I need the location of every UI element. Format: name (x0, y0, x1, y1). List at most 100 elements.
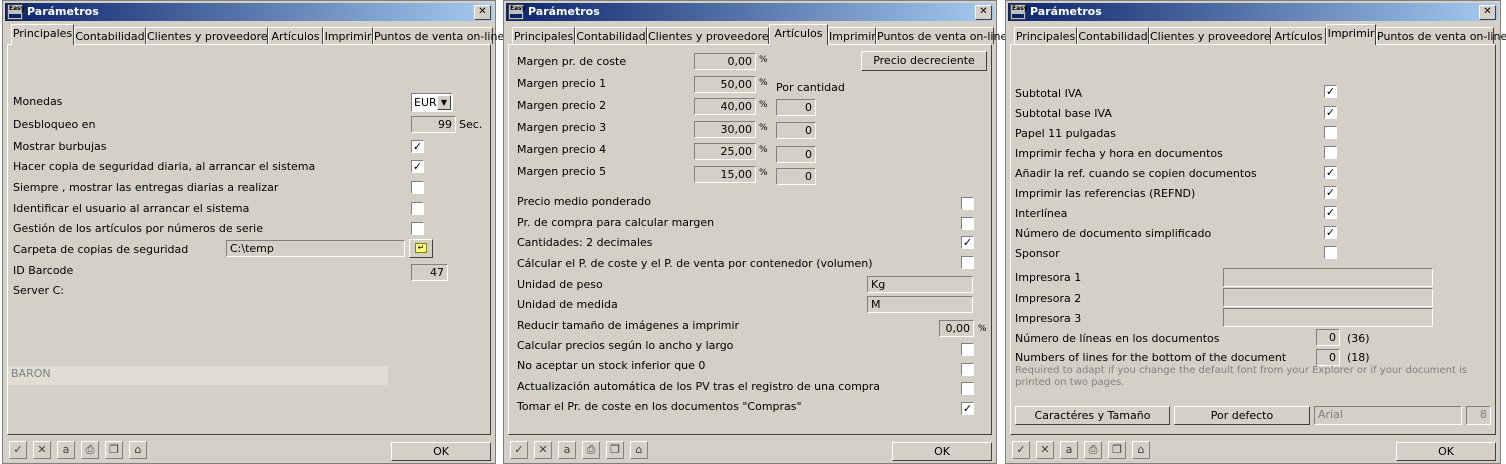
tab-clientes[interactable]: Clientes y proveedores (1149, 27, 1276, 44)
barcode-field[interactable]: 47 (411, 264, 448, 281)
ok-button[interactable]: OK (391, 442, 491, 461)
font-icon[interactable]: a (1060, 441, 1078, 459)
check-icon[interactable]: ✓ (510, 441, 528, 459)
numeros-serie-checkbox[interactable] (411, 222, 424, 235)
font-icon[interactable]: a (558, 441, 576, 459)
precio-medio-checkbox[interactable] (961, 197, 974, 210)
margen-label: Margen precio 5 (517, 165, 607, 178)
tab-puntos-venta[interactable]: Puntos de venta on-line (373, 27, 504, 44)
home-icon[interactable]: ⌂ (630, 441, 648, 459)
sponsor-checkbox[interactable] (1324, 246, 1337, 259)
subtotal-iva-checkbox[interactable]: ✓ (1324, 85, 1337, 98)
margen-coste-field[interactable]: 0,00 (694, 53, 756, 70)
bottom-field[interactable]: 0 (1316, 349, 1340, 366)
tab-contabilidad[interactable]: Contabilidad (1077, 27, 1149, 44)
check-icon[interactable]: ✓ (1012, 441, 1030, 459)
identificar-usuario-checkbox[interactable] (411, 202, 424, 215)
interlinea-checkbox[interactable]: ✓ (1324, 206, 1337, 219)
tab-contabilidad[interactable]: Contabilidad (575, 27, 647, 44)
tab-articulos[interactable]: Artículos (769, 24, 828, 45)
lineas-field[interactable]: 0 (1316, 329, 1340, 346)
tab-puntos-venta[interactable]: Puntos de venta on-line (1376, 27, 1506, 44)
cancel-icon[interactable]: ✕ (534, 441, 552, 459)
print-icon[interactable]: ⎙ (582, 441, 600, 459)
margen-2-field[interactable]: 40,00 (694, 98, 756, 115)
tab-principales[interactable]: Principales (512, 27, 575, 44)
precio-decreciente-button[interactable]: Precio decreciente (861, 51, 987, 71)
percent-label: % (759, 168, 768, 178)
reducir-field[interactable]: 0,00 (939, 320, 974, 337)
tab-imprimir[interactable]: Imprimir (323, 27, 373, 44)
pr-compra-checkbox[interactable] (961, 217, 974, 230)
qty-3-field[interactable]: 0 (776, 122, 816, 139)
medida-field[interactable]: M (867, 296, 973, 313)
cancel-icon[interactable]: ✕ (33, 441, 51, 459)
anadir-ref-checkbox[interactable]: ✓ (1324, 166, 1337, 179)
copia-seguridad-checkbox[interactable]: ✓ (411, 160, 424, 173)
cantidades-decimales-checkbox[interactable]: ✓ (961, 236, 974, 249)
tab-articulos[interactable]: Artículos (1271, 27, 1326, 44)
ancho-largo-checkbox[interactable] (961, 343, 974, 356)
tab-principales[interactable]: Principales (1014, 27, 1077, 44)
peso-field[interactable]: Kg (867, 276, 973, 293)
tab-articulos[interactable]: Artículos (268, 27, 323, 44)
close-icon[interactable]: ✕ (474, 5, 491, 20)
close-icon[interactable]: ✕ (975, 5, 992, 20)
margen-5-field[interactable]: 15,00 (694, 166, 756, 183)
tab-imprimir[interactable]: Imprimir (828, 27, 876, 44)
stock-inferior-checkbox[interactable] (961, 363, 974, 376)
tab-imprimir[interactable]: Imprimir (1326, 24, 1376, 45)
contenedor-checkbox[interactable] (961, 256, 974, 269)
copy-icon[interactable]: ❐ (105, 441, 123, 459)
print-icon[interactable]: ⎙ (1084, 441, 1102, 459)
tab-puntos-venta[interactable]: Puntos de venta on-line (876, 27, 1007, 44)
margen-4-field[interactable]: 25,00 (694, 143, 756, 160)
tab-clientes[interactable]: Clientes y proveedores (647, 27, 774, 44)
copy-icon[interactable]: ❐ (606, 441, 624, 459)
caracteres-button[interactable]: Caractéres y Tamaño (1015, 406, 1170, 425)
chevron-down-icon[interactable]: ▼ (437, 95, 451, 110)
close-icon[interactable]: ✕ (1479, 5, 1496, 20)
desbloqueo-field[interactable]: 99 (411, 116, 456, 133)
qty-2-field[interactable]: 0 (776, 99, 816, 116)
qty-5-field[interactable]: 0 (776, 168, 816, 185)
carpeta-field[interactable]: C:\temp (226, 240, 405, 257)
tab-principales[interactable]: Principales (11, 24, 74, 45)
impresora-3-field[interactable] (1223, 308, 1433, 327)
entregas-diarias-checkbox[interactable] (411, 181, 424, 194)
percent-label: % (759, 78, 768, 88)
papel-11-checkbox[interactable] (1324, 126, 1337, 139)
margen-label: Margen precio 4 (517, 143, 607, 156)
home-icon[interactable]: ⌂ (1132, 441, 1150, 459)
ok-button[interactable]: OK (892, 442, 992, 461)
check-label: Mostrar burbujas (13, 140, 107, 153)
margen-1-field[interactable]: 50,00 (694, 76, 756, 93)
actualizacion-pv-checkbox[interactable] (961, 382, 974, 395)
fecha-hora-checkbox[interactable] (1324, 146, 1337, 159)
print-icon[interactable]: ⎙ (81, 441, 99, 459)
margen-3-field[interactable]: 30,00 (694, 121, 756, 138)
font-icon[interactable]: a (57, 441, 75, 459)
mostrar-burbujas-checkbox[interactable]: ✓ (411, 140, 424, 153)
currency-select[interactable]: EUR ▼ (411, 93, 453, 112)
cancel-icon[interactable]: ✕ (1036, 441, 1054, 459)
title-bar: Easy Parámetros ✕ (1008, 3, 1498, 21)
por-cantidad-label: Por cantidad (776, 81, 845, 94)
tomar-pr-coste-checkbox[interactable]: ✓ (961, 402, 974, 415)
impresora-1-field[interactable] (1223, 268, 1433, 287)
home-icon[interactable]: ⌂ (129, 441, 147, 459)
por-defecto-button[interactable]: Por defecto (1174, 406, 1310, 425)
referencias-checkbox[interactable]: ✓ (1324, 186, 1337, 199)
subtotal-base-checkbox[interactable]: ✓ (1324, 106, 1337, 119)
check-label: No aceptar un stock inferior que 0 (517, 359, 706, 372)
doc-simplificado-checkbox[interactable]: ✓ (1324, 226, 1337, 239)
check-icon[interactable]: ✓ (9, 441, 27, 459)
tab-contabilidad[interactable]: Contabilidad (74, 27, 146, 44)
qty-4-field[interactable]: 0 (776, 146, 816, 163)
tab-clientes[interactable]: Clientes y proveedores (146, 27, 273, 44)
ok-button[interactable]: OK (1396, 442, 1496, 461)
check-label: Tomar el Pr. de coste en los documentos … (517, 400, 802, 413)
folder-browse-icon[interactable]: ↵ (409, 239, 433, 258)
impresora-2-field[interactable] (1223, 288, 1433, 307)
copy-icon[interactable]: ❐ (1108, 441, 1126, 459)
